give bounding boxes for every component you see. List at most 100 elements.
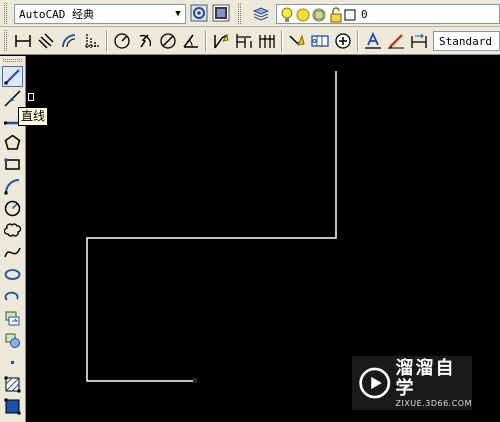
watermark-title: 溜溜自学 bbox=[395, 357, 456, 399]
insert-block-button[interactable] bbox=[2, 308, 23, 329]
workspace-icon bbox=[212, 4, 230, 22]
chevron-down-icon[interactable]: ▼ bbox=[171, 5, 185, 24]
baseline-dim-icon bbox=[236, 34, 252, 48]
separator bbox=[205, 30, 207, 52]
dim-text-edit-icon bbox=[388, 34, 404, 49]
quick-dim-button[interactable] bbox=[210, 30, 232, 52]
ellipse-button[interactable] bbox=[2, 264, 23, 285]
quick-leader-icon bbox=[289, 34, 305, 46]
revision-cloud-button[interactable] bbox=[2, 220, 23, 241]
layer-value: 0 bbox=[361, 8, 368, 21]
hatch-icon bbox=[4, 376, 21, 393]
center-mark-icon bbox=[335, 33, 351, 49]
dim-edit-icon bbox=[365, 32, 381, 49]
layer-state-icons bbox=[281, 7, 356, 23]
workspace-settings-icon bbox=[190, 4, 208, 22]
tolerance-icon bbox=[311, 35, 329, 47]
dimension-toolbar: Standard bbox=[0, 27, 500, 55]
jogged-dim-icon bbox=[139, 34, 151, 48]
aligned-dim-button[interactable] bbox=[35, 30, 57, 52]
arc-length-icon bbox=[62, 34, 76, 48]
layer-dropdown[interactable]: 0 bbox=[276, 4, 500, 24]
circle-button[interactable] bbox=[2, 198, 23, 219]
radius-dim-button[interactable] bbox=[111, 30, 133, 52]
revision-cloud-icon bbox=[4, 223, 21, 237]
linear-dim-icon bbox=[15, 35, 31, 47]
layer-manager-button[interactable] bbox=[250, 2, 272, 24]
continue-dim-button[interactable] bbox=[256, 30, 278, 52]
line-button[interactable] bbox=[2, 66, 23, 87]
watermark-logo-icon bbox=[359, 367, 391, 399]
construction-line-button[interactable] bbox=[2, 88, 23, 109]
tooltip: 直线 bbox=[18, 107, 49, 126]
spline-button[interactable] bbox=[2, 242, 23, 263]
gradient-icon bbox=[4, 398, 21, 415]
ellipse-arc-button[interactable] bbox=[2, 286, 23, 307]
hatch-button[interactable] bbox=[2, 374, 23, 395]
toolbar-grip[interactable] bbox=[238, 3, 241, 24]
angular-dim-icon bbox=[183, 34, 198, 48]
workspace-value: AutoCAD 经典 bbox=[19, 8, 94, 21]
lock-icon bbox=[330, 7, 342, 23]
sun-icon bbox=[296, 8, 310, 22]
continue-dim-icon bbox=[259, 35, 275, 48]
separator bbox=[106, 30, 108, 52]
lightbulb-icon bbox=[281, 7, 293, 22]
dim-style-value: Standard bbox=[439, 35, 492, 48]
cursor-icon bbox=[28, 93, 34, 101]
watermark-url: ZIXUE.3D66.COM bbox=[395, 398, 472, 408]
workspace-dropdown[interactable]: AutoCAD 经典 ▼ bbox=[14, 4, 186, 24]
circle-icon bbox=[4, 200, 21, 217]
point-icon bbox=[11, 361, 14, 364]
toolbar-grip[interactable] bbox=[4, 3, 7, 24]
workspace-button[interactable] bbox=[210, 2, 232, 24]
color-square-icon bbox=[344, 9, 356, 21]
watermark: 溜溜自学 ZIXUE.3D66.COM bbox=[352, 356, 472, 410]
radius-dim-icon bbox=[114, 33, 130, 49]
point-button[interactable] bbox=[2, 352, 23, 373]
arc-button[interactable] bbox=[2, 176, 23, 197]
center-mark-button[interactable] bbox=[332, 30, 354, 52]
layer-color-icon bbox=[312, 8, 326, 22]
aligned-dim-icon bbox=[38, 33, 54, 49]
linear-dim-button[interactable] bbox=[12, 30, 34, 52]
separator bbox=[357, 30, 359, 52]
jogged-dim-button[interactable] bbox=[134, 30, 156, 52]
endpoint-marker bbox=[192, 378, 197, 383]
dim-update-icon bbox=[411, 33, 427, 48]
polygon-button[interactable] bbox=[2, 132, 23, 153]
baseline-dim-button[interactable] bbox=[233, 30, 255, 52]
construction-line-icon bbox=[4, 90, 21, 107]
make-block-button[interactable] bbox=[2, 330, 23, 351]
arc-icon bbox=[4, 179, 20, 195]
toolbar-grip[interactable] bbox=[3, 59, 22, 62]
diameter-dim-button[interactable] bbox=[157, 30, 179, 52]
insert-block-icon bbox=[5, 311, 20, 326]
rectangle-button[interactable] bbox=[2, 154, 23, 175]
gradient-button[interactable] bbox=[2, 396, 23, 417]
quick-leader-button[interactable] bbox=[286, 30, 308, 52]
quick-dim-icon bbox=[214, 33, 229, 49]
spline-icon bbox=[4, 247, 21, 258]
dim-update-button[interactable] bbox=[408, 30, 430, 52]
arc-length-button[interactable] bbox=[58, 30, 80, 52]
tolerance-button[interactable] bbox=[309, 30, 331, 52]
line-icon bbox=[4, 69, 20, 85]
make-block-icon bbox=[5, 333, 20, 348]
polygon-icon bbox=[4, 134, 21, 150]
workspace-toolbar: AutoCAD 经典 ▼ 0 bbox=[0, 0, 500, 27]
dim-edit-button[interactable] bbox=[362, 30, 384, 52]
ellipse-arc-icon bbox=[4, 291, 19, 301]
separator bbox=[281, 30, 283, 52]
ellipse-icon bbox=[4, 269, 21, 280]
angular-dim-button[interactable] bbox=[180, 30, 202, 52]
layer-manager-icon bbox=[252, 7, 270, 21]
dim-style-dropdown[interactable]: Standard bbox=[433, 31, 500, 51]
ordinate-dim-icon bbox=[85, 34, 99, 48]
workspace-settings-button[interactable] bbox=[188, 2, 210, 24]
dim-text-edit-button[interactable] bbox=[385, 30, 407, 52]
polyline-drawing[interactable] bbox=[86, 71, 337, 382]
diameter-dim-icon bbox=[160, 33, 176, 49]
ordinate-dim-button[interactable] bbox=[81, 30, 103, 52]
toolbar-grip[interactable] bbox=[4, 30, 7, 51]
